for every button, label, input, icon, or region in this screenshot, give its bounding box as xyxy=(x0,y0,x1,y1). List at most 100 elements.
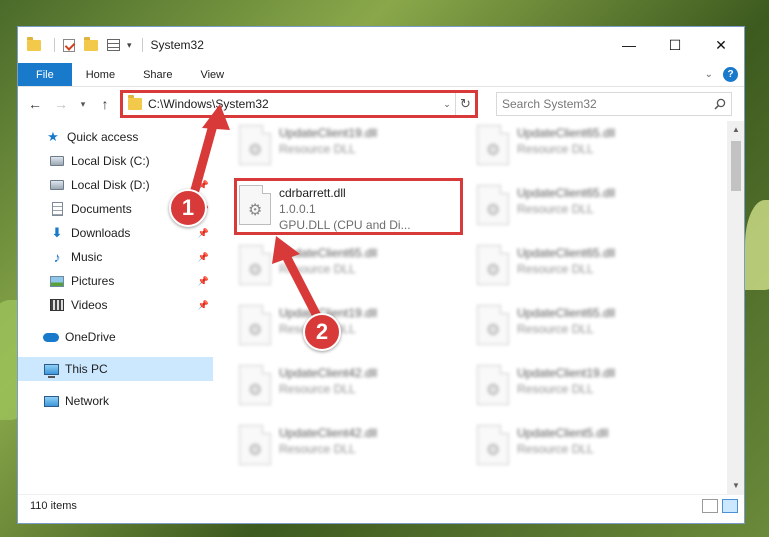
file-item[interactable]: ⚙ UpdateClient42.dll Resource DLL xyxy=(233,361,433,411)
search-icon[interactable] xyxy=(709,98,731,110)
pin-icon[interactable]: 📌 xyxy=(198,180,209,191)
scroll-down-icon[interactable]: ▼ xyxy=(728,477,744,494)
pin-icon[interactable]: 📌 xyxy=(198,228,209,239)
sidebar-item-label: This PC xyxy=(65,362,108,376)
sidebar-item-label: Local Disk (D:) xyxy=(71,178,150,192)
file-name: cdrbarrett.dll xyxy=(279,186,346,200)
details-view-icon[interactable] xyxy=(702,498,718,513)
file-item[interactable]: ⚙ UpdateClient65.dll Resource DLL xyxy=(471,181,671,231)
status-bar: 110 items xyxy=(18,494,744,516)
scroll-thumb[interactable] xyxy=(731,141,741,191)
music-icon: ♪ xyxy=(53,249,61,265)
maximize-button[interactable]: ☐ xyxy=(652,27,698,63)
recent-locations-button[interactable]: ▾ xyxy=(76,99,90,110)
pictures-icon xyxy=(48,273,66,289)
dll-file-icon: ⚙ xyxy=(477,245,509,285)
file-item[interactable]: ⚙ UpdateClient65.dll Resource DLL xyxy=(471,121,671,171)
tab-file[interactable]: File xyxy=(18,63,72,86)
search-input[interactable] xyxy=(502,97,709,111)
file-item-cdrbarrett[interactable]: ⚙ cdrbarrett.dll 1.0.0.1 GPU.DLL (CPU an… xyxy=(233,181,433,232)
file-item[interactable]: ⚙ UpdateClient5.dll Resource DLL xyxy=(471,421,671,471)
file-name: UpdateClient65.dll xyxy=(279,246,378,260)
file-item[interactable]: ⚙ UpdateClient65.dll Resource DLL xyxy=(233,241,433,291)
pin-icon[interactable]: 📌 xyxy=(198,252,209,263)
item-count: 110 items xyxy=(30,499,77,512)
sidebar-item-network[interactable]: Network xyxy=(18,389,213,413)
pin-icon[interactable]: 📌 xyxy=(198,300,209,311)
file-item[interactable]: ⚙ UpdateClient19.dll Resource DLL xyxy=(471,361,671,411)
address-path[interactable]: C:\Windows\System32 xyxy=(148,97,439,111)
pin-icon[interactable]: 📌 xyxy=(198,156,209,167)
search-box[interactable] xyxy=(496,92,732,116)
refresh-button[interactable]: ↻ xyxy=(455,93,475,115)
large-icons-view-icon[interactable] xyxy=(722,498,738,513)
tab-home[interactable]: Home xyxy=(72,63,129,86)
address-dropdown-icon[interactable]: ⌄ xyxy=(439,99,455,110)
file-type: Resource DLL xyxy=(279,442,356,456)
drive-icon xyxy=(48,153,66,169)
dll-file-icon: ⚙ xyxy=(477,425,509,465)
file-item[interactable]: ⚙ UpdateClient42.dll Resource DLL xyxy=(233,421,433,471)
file-name: UpdateClient5.dll xyxy=(517,426,609,440)
vertical-scrollbar[interactable]: ▲ ▼ xyxy=(727,121,744,494)
properties-icon[interactable] xyxy=(105,37,121,53)
file-item[interactable]: ⚙ UpdateClient65.dll Resource DLL xyxy=(471,241,671,291)
file-type: Resource DLL xyxy=(279,262,356,276)
sidebar-item-local-disk-c[interactable]: Local Disk (C:) 📌 xyxy=(18,149,213,173)
downloads-icon: ⬇ xyxy=(51,225,63,240)
chevron-down-icon[interactable]: ⌄ xyxy=(705,69,713,80)
tab-share[interactable]: Share xyxy=(129,63,186,86)
file-name: UpdateClient19.dll xyxy=(517,366,616,380)
scroll-up-icon[interactable]: ▲ xyxy=(728,121,744,138)
folder-icon[interactable] xyxy=(26,36,42,53)
sidebar-item-quick-access[interactable]: ★ Quick access xyxy=(18,125,213,149)
dll-file-icon: ⚙ xyxy=(239,245,271,285)
sidebar-item-videos[interactable]: Videos 📌 xyxy=(18,293,213,317)
forward-button[interactable]: → xyxy=(50,93,72,115)
sidebar-item-pictures[interactable]: Pictures 📌 xyxy=(18,269,213,293)
view-toggle xyxy=(702,498,744,513)
sidebar-item-label: Documents xyxy=(71,202,132,216)
up-button[interactable]: ↑ xyxy=(94,93,116,115)
sidebar-item-music[interactable]: ♪ Music 📌 xyxy=(18,245,213,269)
dll-file-icon: ⚙ xyxy=(477,365,509,405)
step-1-callout: 1 xyxy=(169,189,207,227)
address-bar[interactable]: C:\Windows\System32 ⌄ ↻ xyxy=(120,90,478,118)
dll-file-icon: ⚙ xyxy=(477,125,509,165)
navigation-pane: ★ Quick access Local Disk (C:) 📌 Local D… xyxy=(18,121,213,494)
file-name: UpdateClient19.dll xyxy=(279,126,378,140)
sidebar-item-label: OneDrive xyxy=(65,330,116,344)
quick-access-dropdown-icon[interactable]: ▾ xyxy=(127,40,132,51)
file-item[interactable]: ⚙ UpdateClient19.dll Resource DLL xyxy=(233,121,433,171)
documents-icon xyxy=(48,201,66,217)
divider xyxy=(54,38,55,52)
pin-icon[interactable]: 📌 xyxy=(198,276,209,287)
file-item[interactable]: ⚙ UpdateClient65.dll Resource DLL xyxy=(471,301,671,351)
window-controls: — ☐ ✕ xyxy=(606,27,744,63)
properties-check-icon[interactable] xyxy=(61,37,77,53)
sidebar-item-onedrive[interactable]: OneDrive xyxy=(18,325,213,349)
file-name: UpdateClient42.dll xyxy=(279,426,378,440)
sidebar-item-label: Music xyxy=(71,250,103,264)
help-icon[interactable]: ? xyxy=(723,67,738,82)
sidebar-item-this-pc[interactable]: This PC xyxy=(18,357,213,381)
divider xyxy=(141,38,143,52)
sidebar-item-label: Local Disk (C:) xyxy=(71,154,150,168)
file-type: Resource DLL xyxy=(279,382,356,396)
background-leaf xyxy=(745,200,769,290)
tab-view[interactable]: View xyxy=(186,63,238,86)
new-folder-icon[interactable] xyxy=(83,36,99,53)
ribbon-tabs: File Home Share View ⌄ ? xyxy=(18,63,744,87)
explorer-window: ▾ System32 — ☐ ✕ File Home Share View ⌄ … xyxy=(17,26,745,524)
file-type: Resource DLL xyxy=(517,262,594,276)
minimize-button[interactable]: — xyxy=(606,27,652,63)
dll-file-icon: ⚙ xyxy=(239,305,271,345)
dll-file-icon: ⚙ xyxy=(477,185,509,225)
back-button[interactable]: ← xyxy=(24,93,46,115)
title-bar: ▾ System32 — ☐ ✕ xyxy=(18,27,744,63)
file-type: Resource DLL xyxy=(517,382,594,396)
sidebar-item-label: Quick access xyxy=(67,130,139,144)
ribbon-right: ⌄ ? xyxy=(705,63,744,86)
close-button[interactable]: ✕ xyxy=(698,27,744,63)
network-icon xyxy=(42,393,60,409)
